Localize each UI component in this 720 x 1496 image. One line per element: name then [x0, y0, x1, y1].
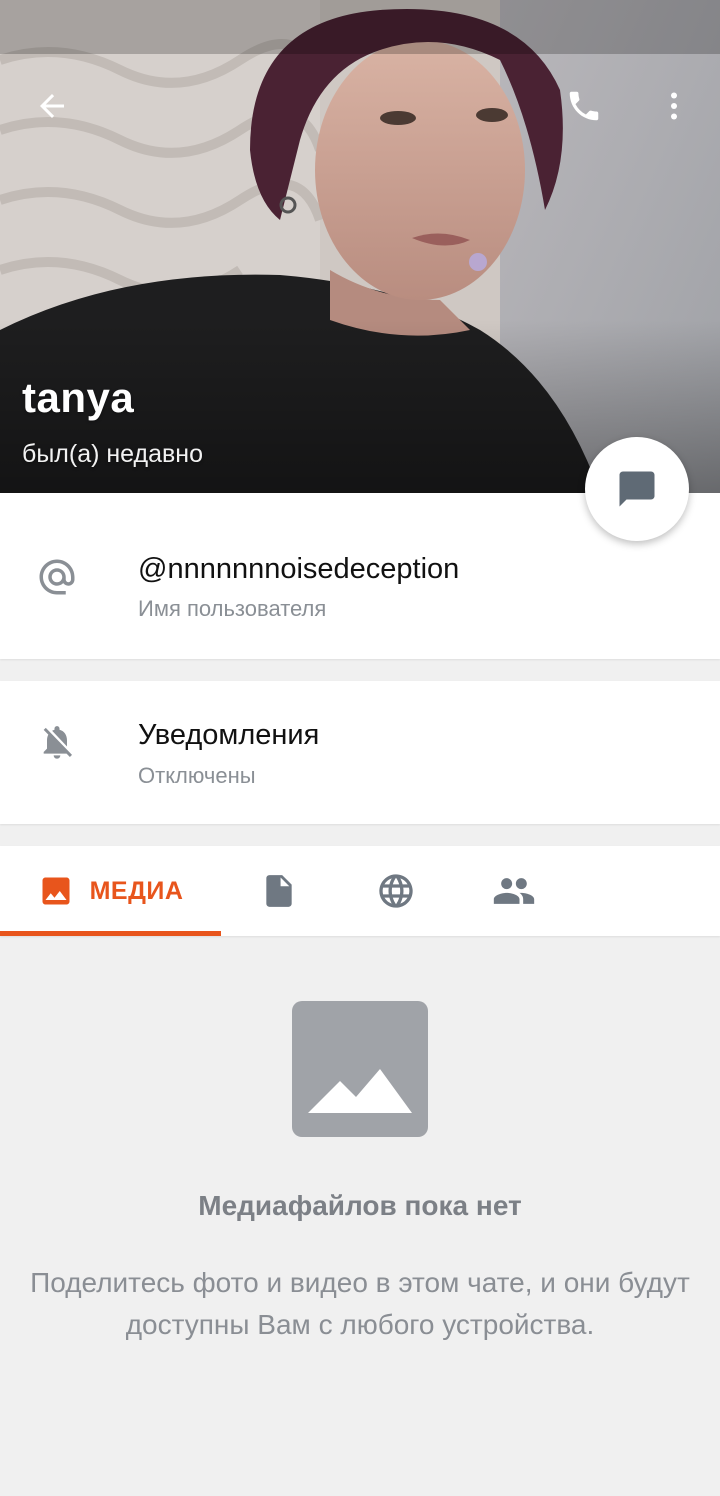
- tab-links[interactable]: [364, 846, 428, 936]
- call-button[interactable]: [552, 74, 616, 138]
- notifications-section[interactable]: Уведомления Отключены: [0, 681, 720, 824]
- tab-files[interactable]: [247, 846, 311, 936]
- document-icon: [266, 875, 292, 907]
- bell-off-icon: [36, 721, 78, 763]
- send-message-button[interactable]: [585, 437, 689, 541]
- username-value: @nnnnnnnoisedeception: [138, 553, 460, 585]
- tab-members[interactable]: [482, 846, 546, 936]
- back-button[interactable]: [20, 74, 84, 138]
- profile-name: tanya: [22, 374, 135, 421]
- notifications-value: Отключены: [138, 763, 256, 788]
- more-vertical-icon: [671, 92, 677, 120]
- profile-header: tanya был(а) недавно: [0, 0, 720, 493]
- empty-state-description: Поделитесь фото и видео в этом чате, и о…: [30, 1267, 690, 1340]
- tab-selected-indicator: [0, 931, 221, 936]
- image-icon: [42, 877, 70, 905]
- notifications-title: Уведомления: [138, 719, 320, 751]
- globe-icon: [379, 874, 413, 908]
- tab-media-label: МЕДИА: [89, 876, 184, 905]
- tab-media[interactable]: МЕДИА: [0, 846, 221, 936]
- image-placeholder-icon: [292, 1001, 428, 1137]
- shared-media-tabs: МЕДИА: [0, 846, 720, 936]
- at-sign-icon: [36, 556, 78, 598]
- empty-state-title: Медиафайлов пока нет: [198, 1190, 522, 1221]
- phone-icon: [569, 91, 599, 121]
- more-options-button[interactable]: [642, 74, 706, 138]
- group-icon: [493, 878, 535, 904]
- last-seen-status: был(а) недавно: [22, 440, 204, 468]
- chat-bubble-icon: [619, 471, 655, 507]
- username-label: Имя пользователя: [138, 596, 327, 621]
- status-bar-shade: [0, 0, 720, 54]
- back-arrow-icon: [40, 94, 64, 118]
